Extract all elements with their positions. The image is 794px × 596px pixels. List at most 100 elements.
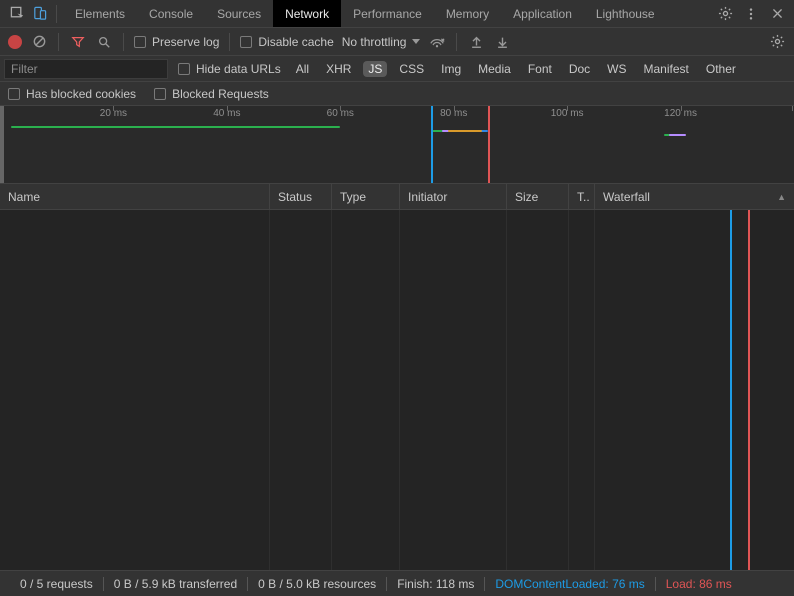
settings-icon[interactable] bbox=[714, 0, 736, 28]
filter-type-xhr[interactable]: XHR bbox=[321, 61, 356, 77]
filter-type-doc[interactable]: Doc bbox=[564, 61, 595, 77]
device-toolbar-icon[interactable] bbox=[28, 0, 50, 28]
clear-icon[interactable] bbox=[30, 33, 48, 51]
status-transferred: 0 B / 5.9 kB transferred bbox=[104, 577, 247, 591]
overview-segment bbox=[669, 134, 686, 136]
tab-sources[interactable]: Sources bbox=[205, 0, 273, 27]
tab-console[interactable]: Console bbox=[137, 0, 205, 27]
waterfall-event-line bbox=[748, 210, 750, 570]
table-header: Name Status Type Initiator Size T.. Waterfall ▲ bbox=[0, 184, 794, 210]
checkbox-icon bbox=[178, 63, 190, 75]
checkbox-icon bbox=[134, 36, 146, 48]
status-resources: 0 B / 5.0 kB resources bbox=[248, 577, 386, 591]
overview-domcontentloaded-line bbox=[431, 106, 433, 183]
timeline-tick-label: 80 ms bbox=[440, 108, 467, 119]
vertical-separator bbox=[56, 5, 57, 23]
close-icon[interactable] bbox=[766, 0, 788, 28]
has-blocked-cookies-checkbox[interactable]: Has blocked cookies bbox=[8, 87, 136, 101]
timeline-tick-label: 100 ms bbox=[551, 108, 584, 119]
timeline-tick-label: 20 ms bbox=[100, 108, 127, 119]
status-load: Load: 86 ms bbox=[656, 577, 742, 591]
import-har-icon[interactable] bbox=[467, 33, 485, 51]
tab-lighthouse[interactable]: Lighthouse bbox=[584, 0, 667, 27]
waterfall-event-line bbox=[730, 210, 732, 570]
column-header-label: Type bbox=[340, 190, 366, 204]
filter-type-manifest[interactable]: Manifest bbox=[639, 61, 694, 77]
vertical-separator bbox=[123, 33, 124, 51]
network-conditions-icon[interactable] bbox=[428, 33, 446, 51]
column-divider bbox=[270, 210, 332, 570]
column-header-label: Name bbox=[8, 190, 40, 204]
timeline-tick-label: 60 ms bbox=[327, 108, 354, 119]
status-requests: 0 / 5 requests bbox=[10, 577, 103, 591]
filter-type-all[interactable]: All bbox=[291, 61, 314, 77]
network-toolbar: Preserve log Disable cache No throttling bbox=[0, 28, 794, 56]
hide-data-urls-checkbox[interactable]: Hide data URLs bbox=[178, 62, 281, 76]
devtools-window: ElementsConsoleSourcesNetworkPerformance… bbox=[0, 0, 794, 596]
preserve-log-checkbox[interactable]: Preserve log bbox=[134, 35, 219, 49]
overview-segment bbox=[11, 126, 340, 128]
tab-memory[interactable]: Memory bbox=[434, 0, 501, 27]
preserve-log-label: Preserve log bbox=[152, 35, 219, 49]
filter-bar: Hide data URLs All XHR JS CSS Img Media Font Do… bbox=[0, 56, 794, 82]
vertical-separator bbox=[58, 33, 59, 51]
column-divider bbox=[400, 210, 507, 570]
column-header-size[interactable]: Size bbox=[507, 184, 569, 209]
status-finish: Finish: 118 ms bbox=[387, 577, 484, 591]
throttling-select[interactable]: No throttling bbox=[342, 35, 421, 49]
tab-performance[interactable]: Performance bbox=[341, 0, 434, 27]
record-button[interactable] bbox=[8, 35, 22, 49]
overview-load-line bbox=[488, 106, 490, 183]
network-settings-icon[interactable] bbox=[768, 33, 786, 51]
hide-data-urls-label: Hide data URLs bbox=[196, 62, 281, 76]
tab-elements[interactable]: Elements bbox=[63, 0, 137, 27]
filter-type-img[interactable]: Img bbox=[436, 61, 466, 77]
filter-type-other[interactable]: Other bbox=[701, 61, 741, 77]
sort-indicator-icon: ▲ bbox=[777, 192, 786, 202]
column-header-waterfall[interactable]: Waterfall ▲ bbox=[595, 184, 794, 209]
column-divider bbox=[507, 210, 569, 570]
filter-type-ws[interactable]: WS bbox=[602, 61, 631, 77]
filter-type-css[interactable]: CSS bbox=[394, 61, 429, 77]
column-header-type[interactable]: Type bbox=[332, 184, 400, 209]
timeline-tick bbox=[792, 106, 793, 111]
column-header-label: Status bbox=[278, 190, 312, 204]
throttling-label: No throttling bbox=[342, 35, 407, 49]
search-icon[interactable] bbox=[95, 33, 113, 51]
column-header-t[interactable]: T.. bbox=[569, 184, 595, 209]
top-tabs: ElementsConsoleSourcesNetworkPerformance… bbox=[63, 0, 667, 27]
column-header-name[interactable]: Name bbox=[0, 184, 270, 209]
disable-cache-checkbox[interactable]: Disable cache bbox=[240, 35, 333, 49]
waterfall-area bbox=[595, 210, 794, 570]
checkbox-icon bbox=[240, 36, 252, 48]
options-bar: Has blocked cookies Blocked Requests bbox=[0, 82, 794, 106]
filter-type-js[interactable]: JS bbox=[363, 61, 387, 77]
filter-types: All XHR JS CSS Img Media Font Doc WS Manifest Othe… bbox=[291, 61, 741, 77]
vertical-separator bbox=[456, 33, 457, 51]
disable-cache-label: Disable cache bbox=[258, 35, 333, 49]
more-icon[interactable] bbox=[740, 0, 762, 28]
blocked-requests-checkbox[interactable]: Blocked Requests bbox=[154, 87, 269, 101]
filter-type-font[interactable]: Font bbox=[523, 61, 557, 77]
inspect-icon[interactable] bbox=[6, 0, 28, 28]
filter-icon[interactable] bbox=[69, 33, 87, 51]
tab-network[interactable]: Network bbox=[273, 0, 341, 27]
overview-handle[interactable] bbox=[0, 106, 4, 183]
column-header-label: Size bbox=[515, 190, 538, 204]
filter-type-media[interactable]: Media bbox=[473, 61, 516, 77]
blocked-requests-label: Blocked Requests bbox=[172, 87, 269, 101]
status-domcontentloaded: DOMContentLoaded: 76 ms bbox=[485, 577, 654, 591]
column-header-label: T.. bbox=[577, 190, 590, 204]
column-divider bbox=[0, 210, 270, 570]
vertical-separator bbox=[229, 33, 230, 51]
column-divider bbox=[332, 210, 400, 570]
column-header-label: Waterfall bbox=[603, 190, 650, 204]
filter-input[interactable] bbox=[4, 59, 168, 79]
export-har-icon[interactable] bbox=[493, 33, 511, 51]
column-header-status[interactable]: Status bbox=[270, 184, 332, 209]
status-bar: 0 / 5 requests 0 B / 5.9 kB transferred … bbox=[0, 570, 794, 596]
tab-application[interactable]: Application bbox=[501, 0, 584, 27]
column-header-initiator[interactable]: Initiator bbox=[400, 184, 507, 209]
timeline-overview[interactable]: 20 ms40 ms60 ms80 ms100 ms120 ms bbox=[0, 106, 794, 184]
column-divider bbox=[569, 210, 595, 570]
